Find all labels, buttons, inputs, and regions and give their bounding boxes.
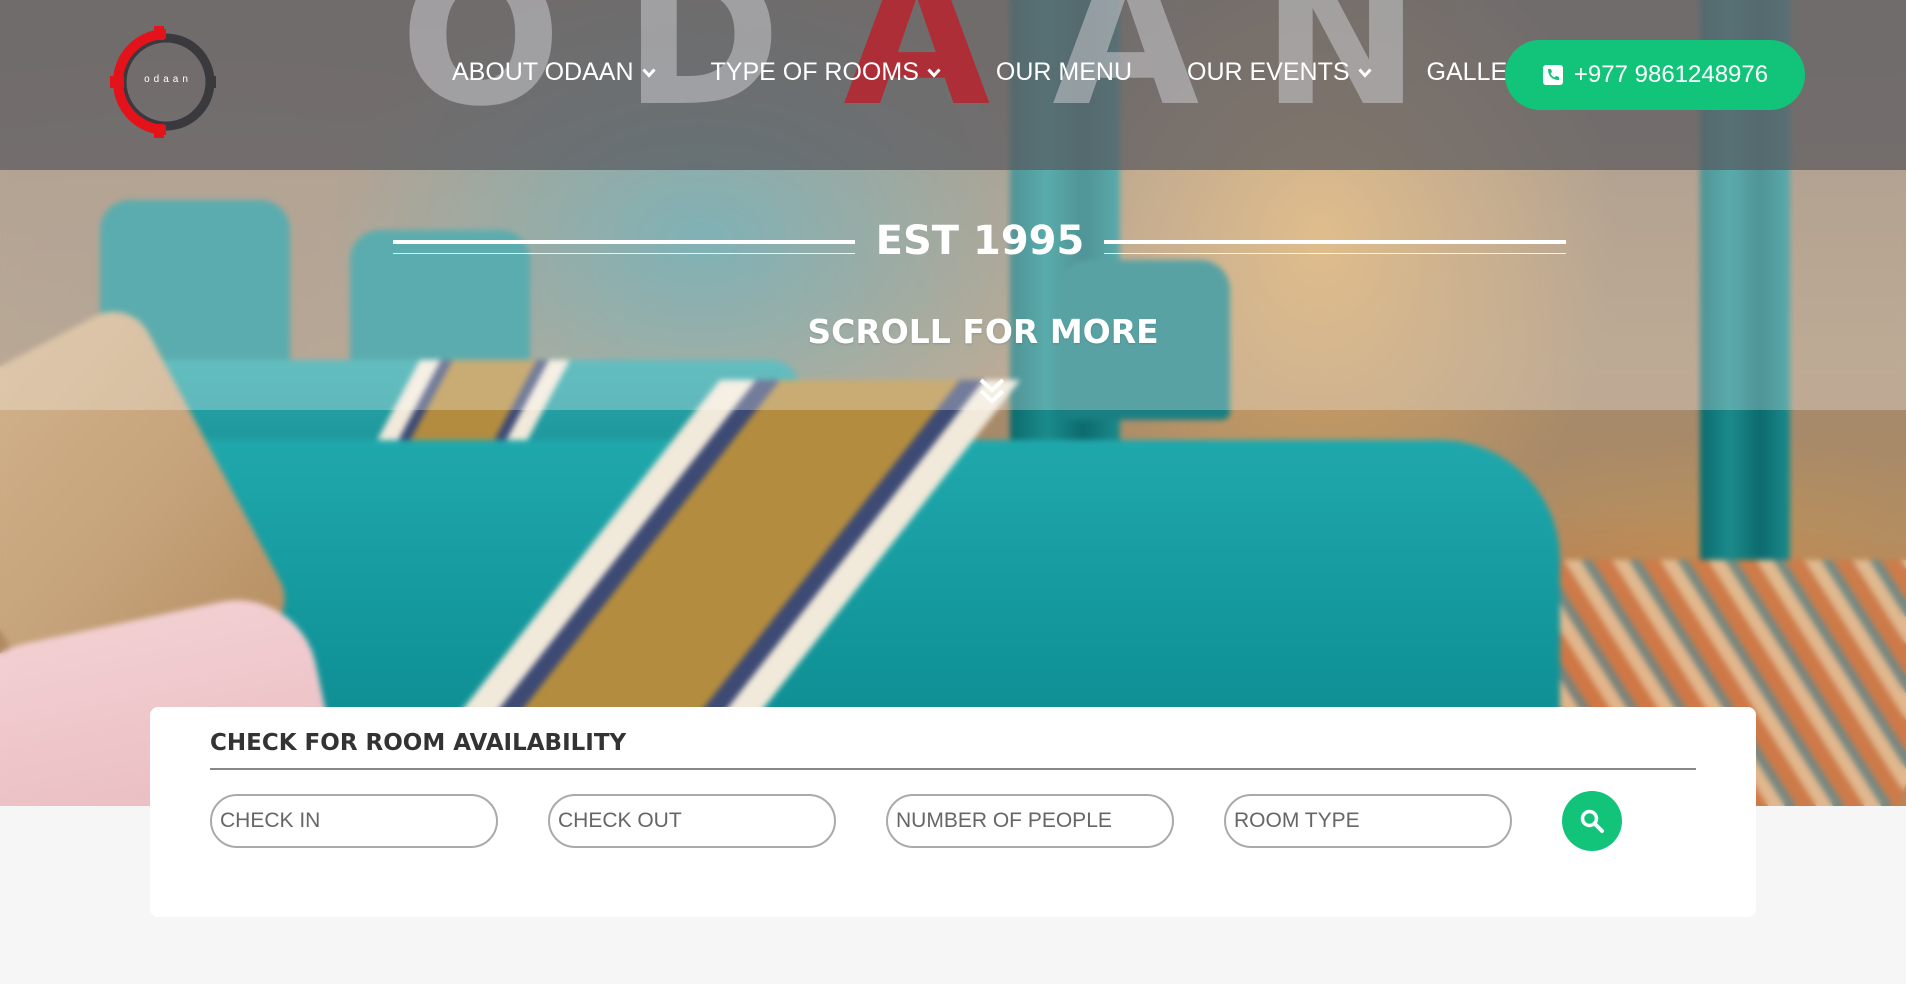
scroll-for-more-label: SCROLL FOR MORE — [807, 312, 1159, 351]
nav-item-our-menu[interactable]: OUR MENU — [996, 58, 1132, 87]
nav-item-our-events[interactable]: OUR EVENTS — [1187, 58, 1372, 87]
call-phone-button[interactable]: +977 9861248976 — [1505, 40, 1805, 110]
tagline-band — [0, 170, 1906, 410]
nav-item-label: OUR MENU — [995, 58, 1132, 86]
search-icon — [1580, 809, 1604, 833]
logo-wordmark: odaan — [144, 74, 192, 85]
number-of-people-field[interactable] — [886, 794, 1174, 848]
chevron-down-icon — [1357, 67, 1372, 78]
est-divider-left — [393, 240, 855, 254]
chevron-down-icon — [927, 67, 941, 78]
title-divider — [210, 768, 1696, 770]
nav-item-label: TYPE OF ROOMS — [710, 58, 919, 86]
availability-title: CHECK FOR ROOM AVAILABILITY — [210, 730, 627, 756]
nav-item-type-of-rooms[interactable]: TYPE OF ROOMS — [711, 58, 941, 87]
nav-item-label: OUR EVENTS — [1187, 58, 1350, 86]
chevron-down-icon — [641, 67, 656, 78]
check-out-field[interactable] — [548, 794, 836, 848]
main-nav: ABOUT ODAAN TYPE OF ROOMS OUR MENU OUR E… — [452, 58, 1596, 87]
phone-icon — [1542, 65, 1563, 85]
room-availability-card: CHECK FOR ROOM AVAILABILITY — [150, 707, 1756, 917]
room-type-field[interactable] — [1224, 794, 1512, 848]
nav-item-about-odaan[interactable]: ABOUT ODAAN — [452, 58, 656, 87]
double-chevron-down-icon[interactable] — [978, 376, 1006, 406]
check-in-field[interactable] — [210, 794, 498, 848]
phone-number: +977 9861248976 — [1573, 61, 1769, 88]
est-divider-right — [1104, 240, 1566, 254]
search-availability-button[interactable] — [1562, 791, 1622, 851]
established-year: EST 1995 — [875, 218, 1085, 264]
site-header: ODAAN odaan ABOUT ODAAN TYPE OF ROOMS OU… — [0, 0, 1906, 170]
brand-logo[interactable]: odaan — [110, 24, 216, 140]
nav-item-label: ABOUT ODAAN — [452, 58, 634, 86]
